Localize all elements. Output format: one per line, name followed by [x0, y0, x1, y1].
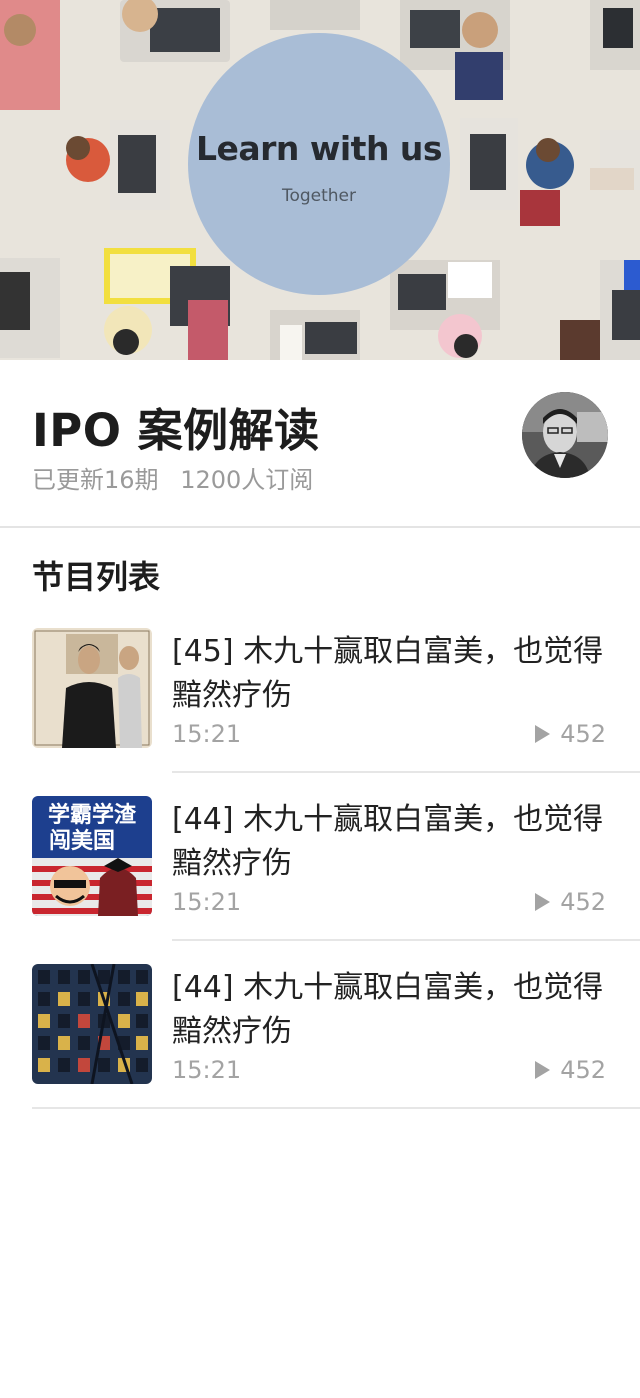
episode-title: [44] 木九十赢取白富美，也觉得黯然疗伤 [172, 970, 604, 1049]
program-title: IPO 案例解读 [32, 404, 320, 457]
banner-subline: Together [281, 185, 357, 206]
header-divider [0, 526, 640, 528]
episode-play-count: 452 [535, 1056, 606, 1084]
episode-cover [32, 628, 152, 748]
item-divider [172, 939, 640, 941]
play-count-value: 452 [560, 720, 606, 748]
episode-cover: 学霸学渣 闯美国 [32, 796, 152, 916]
banner-circle: Learn with us Together [188, 33, 450, 295]
episode-list: [45] 木九十赢取白富美，也觉得黯然疗伤 15:21 452 学霸学渣 闯美国 [0, 628, 640, 1132]
episode-item[interactable]: [44] 木九十赢取白富美，也觉得黯然疗伤 15:21 452 [0, 964, 640, 1132]
svg-text:闯美国: 闯美国 [49, 828, 115, 854]
user-avatar-icon [522, 392, 608, 478]
episode-cover [32, 964, 152, 1084]
item-divider [172, 771, 640, 773]
cover-banner: Learn with us Together [0, 0, 640, 360]
program-meta: 已更新16期 1200人订阅 [32, 460, 327, 495]
author-avatar[interactable] [522, 392, 608, 478]
episode-title: [44] 木九十赢取白富美，也觉得黯然疗伤 [172, 802, 604, 881]
episode-duration: 15:21 [172, 720, 242, 748]
play-count-value: 452 [560, 888, 606, 916]
episode-item[interactable]: [45] 木九十赢取白富美，也觉得黯然疗伤 15:21 452 [0, 628, 640, 796]
item-divider [32, 1107, 640, 1109]
subscriber-count: 1200人订阅 [180, 466, 314, 494]
play-count-value: 452 [560, 1056, 606, 1084]
play-icon [535, 893, 551, 911]
section-title: 节目列表 [32, 558, 161, 596]
episode-duration: 15:21 [172, 1056, 242, 1084]
episode-duration: 15:21 [172, 888, 242, 916]
svg-text:学霸学渣: 学霸学渣 [48, 802, 137, 828]
play-icon [535, 1061, 551, 1079]
episode-item[interactable]: 学霸学渣 闯美国 [44] 木九十赢取白富美，也觉得黯然疗伤 15:21 452 [0, 796, 640, 964]
episode-play-count: 452 [535, 888, 606, 916]
update-count: 已更新16期 [32, 466, 159, 494]
play-icon [535, 725, 551, 743]
program-header: IPO 案例解读 已更新16期 1200人订阅 [0, 360, 640, 528]
episode-play-count: 452 [535, 720, 606, 748]
banner-headline: Learn with us [195, 128, 443, 168]
episode-title: [45] 木九十赢取白富美，也觉得黯然疗伤 [172, 634, 604, 713]
